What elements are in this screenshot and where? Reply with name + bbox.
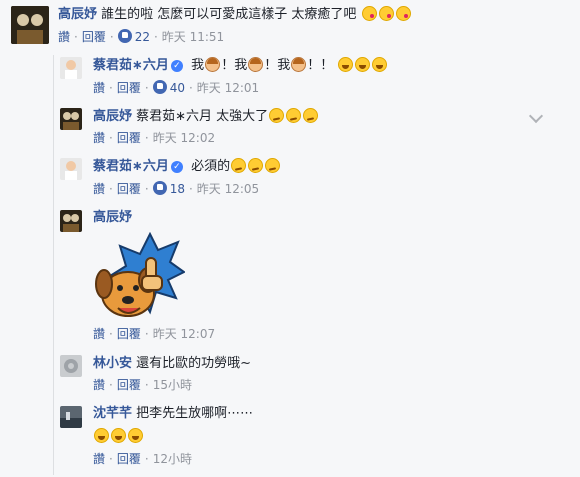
like-icon bbox=[117, 29, 132, 43]
woman-emoji-icon bbox=[205, 57, 221, 72]
timestamp[interactable]: 昨天 12:05 bbox=[197, 182, 259, 196]
comment-actions: 讚 · 回覆 · 昨天 12:07 bbox=[93, 327, 216, 341]
comment-line: 林小安 還有比歐的功勞哦~ bbox=[93, 356, 251, 372]
like-link[interactable]: 讚 bbox=[58, 30, 70, 44]
author-name[interactable]: 蔡君茹∗六月 bbox=[93, 58, 169, 73]
timestamp[interactable]: 12小時 bbox=[153, 452, 192, 466]
comment-text: ！！ bbox=[307, 58, 334, 73]
like-link[interactable]: 讚 bbox=[93, 131, 105, 145]
reply-link[interactable]: 回覆 bbox=[117, 131, 141, 145]
author-name[interactable]: 高辰妤 bbox=[93, 109, 132, 124]
comment-actions: 讚 · 回覆 · 22 · 昨天 11:51 bbox=[58, 29, 225, 44]
comment-text: ！我 bbox=[221, 58, 248, 73]
reply-link[interactable]: 回覆 bbox=[117, 378, 141, 392]
comment-actions: 讚 · 回覆 · 40 · 昨天 12:01 bbox=[93, 80, 260, 95]
avatar[interactable] bbox=[60, 57, 82, 79]
chevron-down-icon[interactable] bbox=[528, 108, 544, 124]
avatar[interactable] bbox=[60, 210, 82, 232]
timestamp[interactable]: 昨天 12:01 bbox=[197, 81, 259, 95]
avatar[interactable] bbox=[60, 355, 82, 377]
kiss-emoji-icon bbox=[378, 6, 394, 21]
timestamp[interactable]: 昨天 12:07 bbox=[153, 327, 215, 341]
author-name[interactable]: 蔡君茹∗六月 bbox=[93, 159, 169, 174]
like-link[interactable]: 讚 bbox=[93, 81, 105, 95]
smirk-emoji-icon bbox=[286, 108, 302, 123]
woman-emoji-icon bbox=[291, 57, 307, 72]
like-icon bbox=[152, 181, 167, 195]
laugh-emoji-icon bbox=[338, 57, 354, 72]
smirk-emoji-icon bbox=[265, 158, 281, 173]
comment-text: 我 bbox=[191, 58, 205, 73]
comment-text: ！我 bbox=[264, 58, 291, 73]
timestamp[interactable]: 昨天 12:02 bbox=[153, 131, 215, 145]
reply-link[interactable]: 回覆 bbox=[117, 327, 141, 341]
timestamp[interactable]: 昨天 11:51 bbox=[162, 30, 224, 44]
laugh-emoji-icon bbox=[94, 428, 109, 443]
comment-line: 高辰妤 蔡君茹∗六月 太強大了 bbox=[93, 108, 319, 125]
comment-actions: 讚 · 回覆 · 12小時 bbox=[93, 452, 192, 466]
verified-icon: ✓ bbox=[170, 161, 183, 173]
like-link[interactable]: 讚 bbox=[93, 378, 105, 392]
comment-actions: 讚 · 回覆 · 15小時 bbox=[93, 378, 192, 392]
kiss-emoji-icon bbox=[361, 6, 377, 21]
comment-line: 蔡君茹∗六月 ✓ 必須的 bbox=[93, 158, 281, 175]
laugh-emoji-icon bbox=[372, 57, 388, 72]
thread-line bbox=[53, 55, 54, 475]
comment-line: 高辰妤 bbox=[93, 210, 132, 226]
author-name[interactable]: 林小安 bbox=[93, 356, 132, 371]
avatar[interactable] bbox=[11, 6, 49, 44]
like-count[interactable]: 18 bbox=[152, 181, 185, 196]
comment-line: 高辰妤 誰生的啦 怎麼可以可愛成這樣子 太療癒了吧 bbox=[58, 6, 412, 23]
timestamp[interactable]: 15小時 bbox=[153, 378, 192, 392]
author-name[interactable]: 沈芊芊 bbox=[93, 406, 132, 421]
comment-text: 把李先生放哪啊⋯⋯ bbox=[136, 406, 254, 421]
laugh-emoji-icon bbox=[111, 428, 126, 443]
author-name[interactable]: 高辰妤 bbox=[58, 7, 97, 22]
comment-line bbox=[93, 428, 144, 445]
avatar[interactable] bbox=[60, 108, 82, 130]
smirk-emoji-icon bbox=[231, 158, 247, 173]
reply-link[interactable]: 回覆 bbox=[117, 81, 141, 95]
like-link[interactable]: 讚 bbox=[93, 182, 105, 196]
author-name[interactable]: 高辰妤 bbox=[93, 210, 132, 225]
comment-actions: 讚 · 回覆 · 昨天 12:02 bbox=[93, 131, 216, 145]
comment-text: 還有比歐的功勞哦~ bbox=[136, 356, 252, 371]
smirk-emoji-icon bbox=[248, 158, 264, 173]
comment-actions: 讚 · 回覆 · 18 · 昨天 12:05 bbox=[93, 181, 260, 196]
comment-text: 必須的 bbox=[191, 159, 231, 174]
laugh-emoji-icon bbox=[128, 428, 143, 443]
like-link[interactable]: 讚 bbox=[93, 452, 105, 466]
like-icon bbox=[152, 80, 167, 94]
reply-link[interactable]: 回覆 bbox=[117, 182, 141, 196]
kiss-emoji-icon bbox=[395, 6, 411, 21]
comment-line: 蔡君茹∗六月 ✓ 我 ！我 ！我 ！！ bbox=[93, 57, 388, 74]
comment-text: 蔡君茹∗六月 太強大了 bbox=[136, 109, 269, 124]
like-count[interactable]: 22 bbox=[117, 29, 150, 44]
reply-link[interactable]: 回覆 bbox=[117, 452, 141, 466]
avatar[interactable] bbox=[60, 406, 82, 428]
like-link[interactable]: 讚 bbox=[93, 327, 105, 341]
reply-link[interactable]: 回覆 bbox=[82, 30, 106, 44]
comment-text: 誰生的啦 怎麼可以可愛成這樣子 太療癒了吧 bbox=[101, 7, 357, 22]
avatar[interactable] bbox=[60, 158, 82, 180]
smirk-emoji-icon bbox=[303, 108, 319, 123]
laugh-emoji-icon bbox=[355, 57, 371, 72]
smirk-emoji-icon bbox=[269, 108, 285, 123]
comment-line: 沈芊芊 把李先生放哪啊⋯⋯ bbox=[93, 406, 253, 422]
woman-emoji-icon bbox=[248, 57, 264, 72]
verified-icon: ✓ bbox=[170, 60, 183, 72]
dog-thumbs-up-sticker[interactable] bbox=[90, 231, 186, 322]
like-count[interactable]: 40 bbox=[152, 80, 185, 95]
